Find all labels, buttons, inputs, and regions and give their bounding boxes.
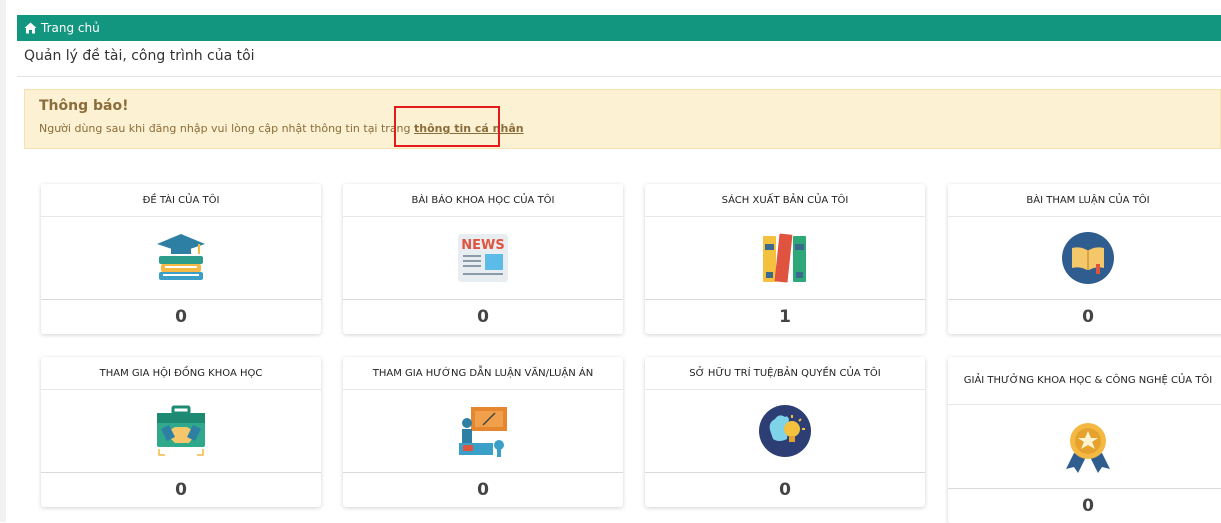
card-published-books[interactable]: SÁCH XUẤT BẢN CỦA TÔI 1 [645, 184, 925, 334]
graduation-books-icon [157, 234, 205, 280]
home-icon [24, 22, 37, 34]
card-title: ĐỀ TÀI CỦA TÔI [41, 184, 321, 217]
card-awards[interactable]: GIẢI THƯỞNG KHOA HỌC & CÔNG NGHỆ CỦA TÔI… [948, 357, 1221, 523]
card-title: BÀI BÁO KHOA HỌC CỦA TÔI [343, 184, 623, 217]
notification-alert: Thông báo! Người dùng sau khi đăng nhập … [24, 89, 1221, 149]
card-title: SÁCH XUẤT BẢN CỦA TÔI [645, 184, 925, 217]
card-count: 0 [477, 480, 489, 500]
card-count: 0 [779, 480, 791, 500]
award-medal-icon [1066, 422, 1110, 473]
card-count: 0 [175, 480, 187, 500]
card-count: 0 [1082, 307, 1094, 327]
divider [17, 76, 1221, 77]
brain-lightbulb-icon [759, 405, 811, 457]
card-research-topics[interactable]: ĐỀ TÀI CỦA TÔI 0 [41, 184, 321, 334]
alert-title: Thông báo! [39, 98, 129, 114]
left-edge [0, 0, 6, 522]
card-count: 0 [477, 307, 489, 327]
card-scientific-articles[interactable]: BÀI BÁO KHOA HỌC CỦA TÔI NEWS 0 [343, 184, 623, 334]
alert-message-text: Người dùng sau khi đăng nhập vui lòng cậ… [39, 122, 411, 135]
card-thesis-supervision[interactable]: THAM GIA HƯỚNG DẪN LUẬN VĂN/LUẬN ÁN 0 [343, 357, 623, 507]
card-intellectual-property[interactable]: SỞ HỮU TRÍ TUỆ/BẢN QUYỀN CỦA TÔI 0 [645, 357, 925, 507]
card-title: GIẢI THƯỞNG KHOA HỌC & CÔNG NGHỆ CỦA TÔI [948, 357, 1221, 405]
news-icon: NEWS [458, 234, 508, 282]
card-title: SỞ HỮU TRÍ TUỆ/BẢN QUYỀN CỦA TÔI [645, 357, 925, 390]
binders-icon [763, 233, 806, 283]
card-science-council[interactable]: THAM GIA HỘI ĐỒNG KHOA HỌC 0 [41, 357, 321, 507]
breadcrumb: Trang chủ [17, 15, 1221, 41]
card-title: THAM GIA HƯỚNG DẪN LUẬN VĂN/LUẬN ÁN [343, 357, 623, 390]
svg-text:NEWS: NEWS [461, 238, 504, 253]
card-conference-papers[interactable]: BÀI THAM LUẬN CỦA TÔI 0 [948, 184, 1221, 334]
handshake-briefcase-icon [157, 405, 205, 456]
card-count: 1 [779, 307, 791, 327]
page-title: Quản lý đề tài, công trình của tôi [24, 48, 255, 64]
card-title: BÀI THAM LUẬN CỦA TÔI [948, 184, 1221, 217]
presentation-icon [459, 407, 507, 457]
card-count: 0 [175, 307, 187, 327]
card-title: THAM GIA HỘI ĐỒNG KHOA HỌC [41, 357, 321, 390]
card-count: 0 [1082, 496, 1094, 516]
open-book-icon [1062, 232, 1114, 284]
highlight-box [394, 106, 500, 147]
breadcrumb-home-link[interactable]: Trang chủ [41, 15, 100, 41]
